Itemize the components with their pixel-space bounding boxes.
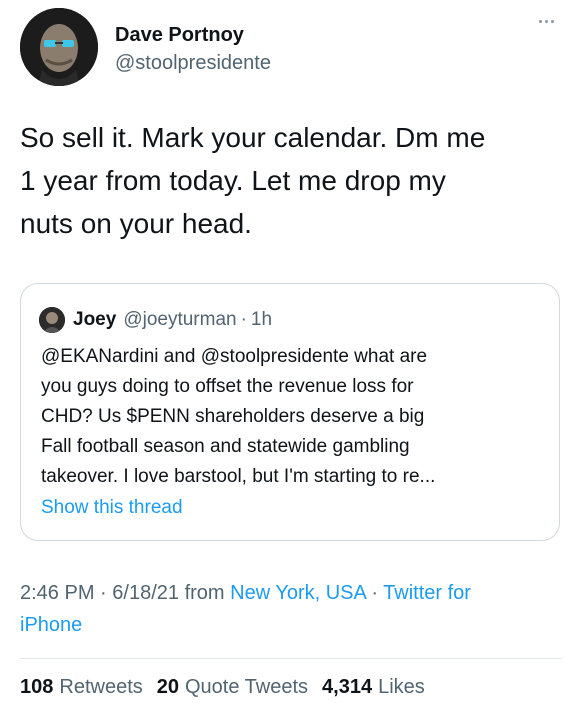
- tweet-text: So sell it. Mark your calendar. Dm me 1 …: [20, 122, 486, 239]
- more-dot: [544, 19, 548, 23]
- client-link-suffix[interactable]: iPhone: [20, 614, 82, 636]
- divider: [20, 658, 562, 659]
- quoted-author-handle[interactable]: @joeyturman: [123, 309, 236, 331]
- quoted-tweet[interactable]: Joey @joeyturman · 1h @EKANardini and @s…: [20, 283, 560, 541]
- separator-dot: ·: [240, 309, 247, 330]
- location-link[interactable]: New York, USA: [230, 582, 366, 604]
- quoted-author-avatar[interactable]: [39, 307, 65, 333]
- more-dot: [538, 19, 542, 23]
- quoted-tweet-time[interactable]: 1h: [251, 309, 272, 331]
- retweets-stat[interactable]: 108 Retweets: [20, 676, 143, 699]
- quoted-text-line: Fall football season and statewide gambl…: [41, 436, 410, 457]
- client-link-prefix[interactable]: Twitter for: [383, 582, 471, 604]
- quoted-text-line: you guys doing to offset the revenue los…: [41, 376, 414, 397]
- tweet-metadata: 2:46 PM · 6/18/21 from New York, USA · T…: [20, 577, 560, 641]
- show-this-thread-link[interactable]: Show this thread: [41, 497, 183, 519]
- quoted-text-line: CHD? Us $PENN shareholders deserve a big: [41, 406, 425, 427]
- quote-tweets-label: Quote Tweets: [185, 676, 309, 698]
- quoted-author-name[interactable]: Joey: [73, 309, 116, 331]
- retweets-label: Retweets: [59, 676, 143, 698]
- likes-count: 4,314: [322, 676, 373, 698]
- separator-dot: ·: [100, 582, 113, 604]
- quoted-tweet-header: Joey @joeyturman · 1h: [39, 306, 272, 334]
- tweet-time[interactable]: 2:46 PM: [20, 582, 94, 604]
- quoted-text-line: takeover. I love barstool, but I'm start…: [41, 466, 436, 487]
- quoted-text-line: @EKANardini and @stoolpresidente what ar…: [41, 346, 428, 367]
- retweets-count: 108: [20, 676, 54, 698]
- engagement-stats: 108 Retweets 20 Quote Tweets 4,314 Likes: [20, 676, 439, 704]
- from-label: from: [184, 582, 231, 604]
- likes-label: Likes: [378, 676, 425, 698]
- quote-tweets-stat[interactable]: 20 Quote Tweets: [157, 676, 308, 699]
- tweet-date[interactable]: 6/18/21: [112, 582, 179, 604]
- separator-dot: ·: [371, 582, 384, 604]
- author-handle[interactable]: @stoolpresidente: [115, 52, 271, 75]
- tweet-header: Dave Portnoy @stoolpresidente: [20, 8, 560, 88]
- quote-tweets-count: 20: [156, 676, 179, 698]
- author-name[interactable]: Dave Portnoy: [115, 24, 244, 47]
- more-dot: [550, 19, 554, 23]
- likes-stat[interactable]: 4,314 Likes: [322, 676, 425, 699]
- author-avatar[interactable]: [20, 8, 98, 86]
- more-horizontal-icon[interactable]: [534, 14, 558, 28]
- quoted-tweet-text: @EKANardini and @stoolpresidente what ar…: [41, 342, 551, 492]
